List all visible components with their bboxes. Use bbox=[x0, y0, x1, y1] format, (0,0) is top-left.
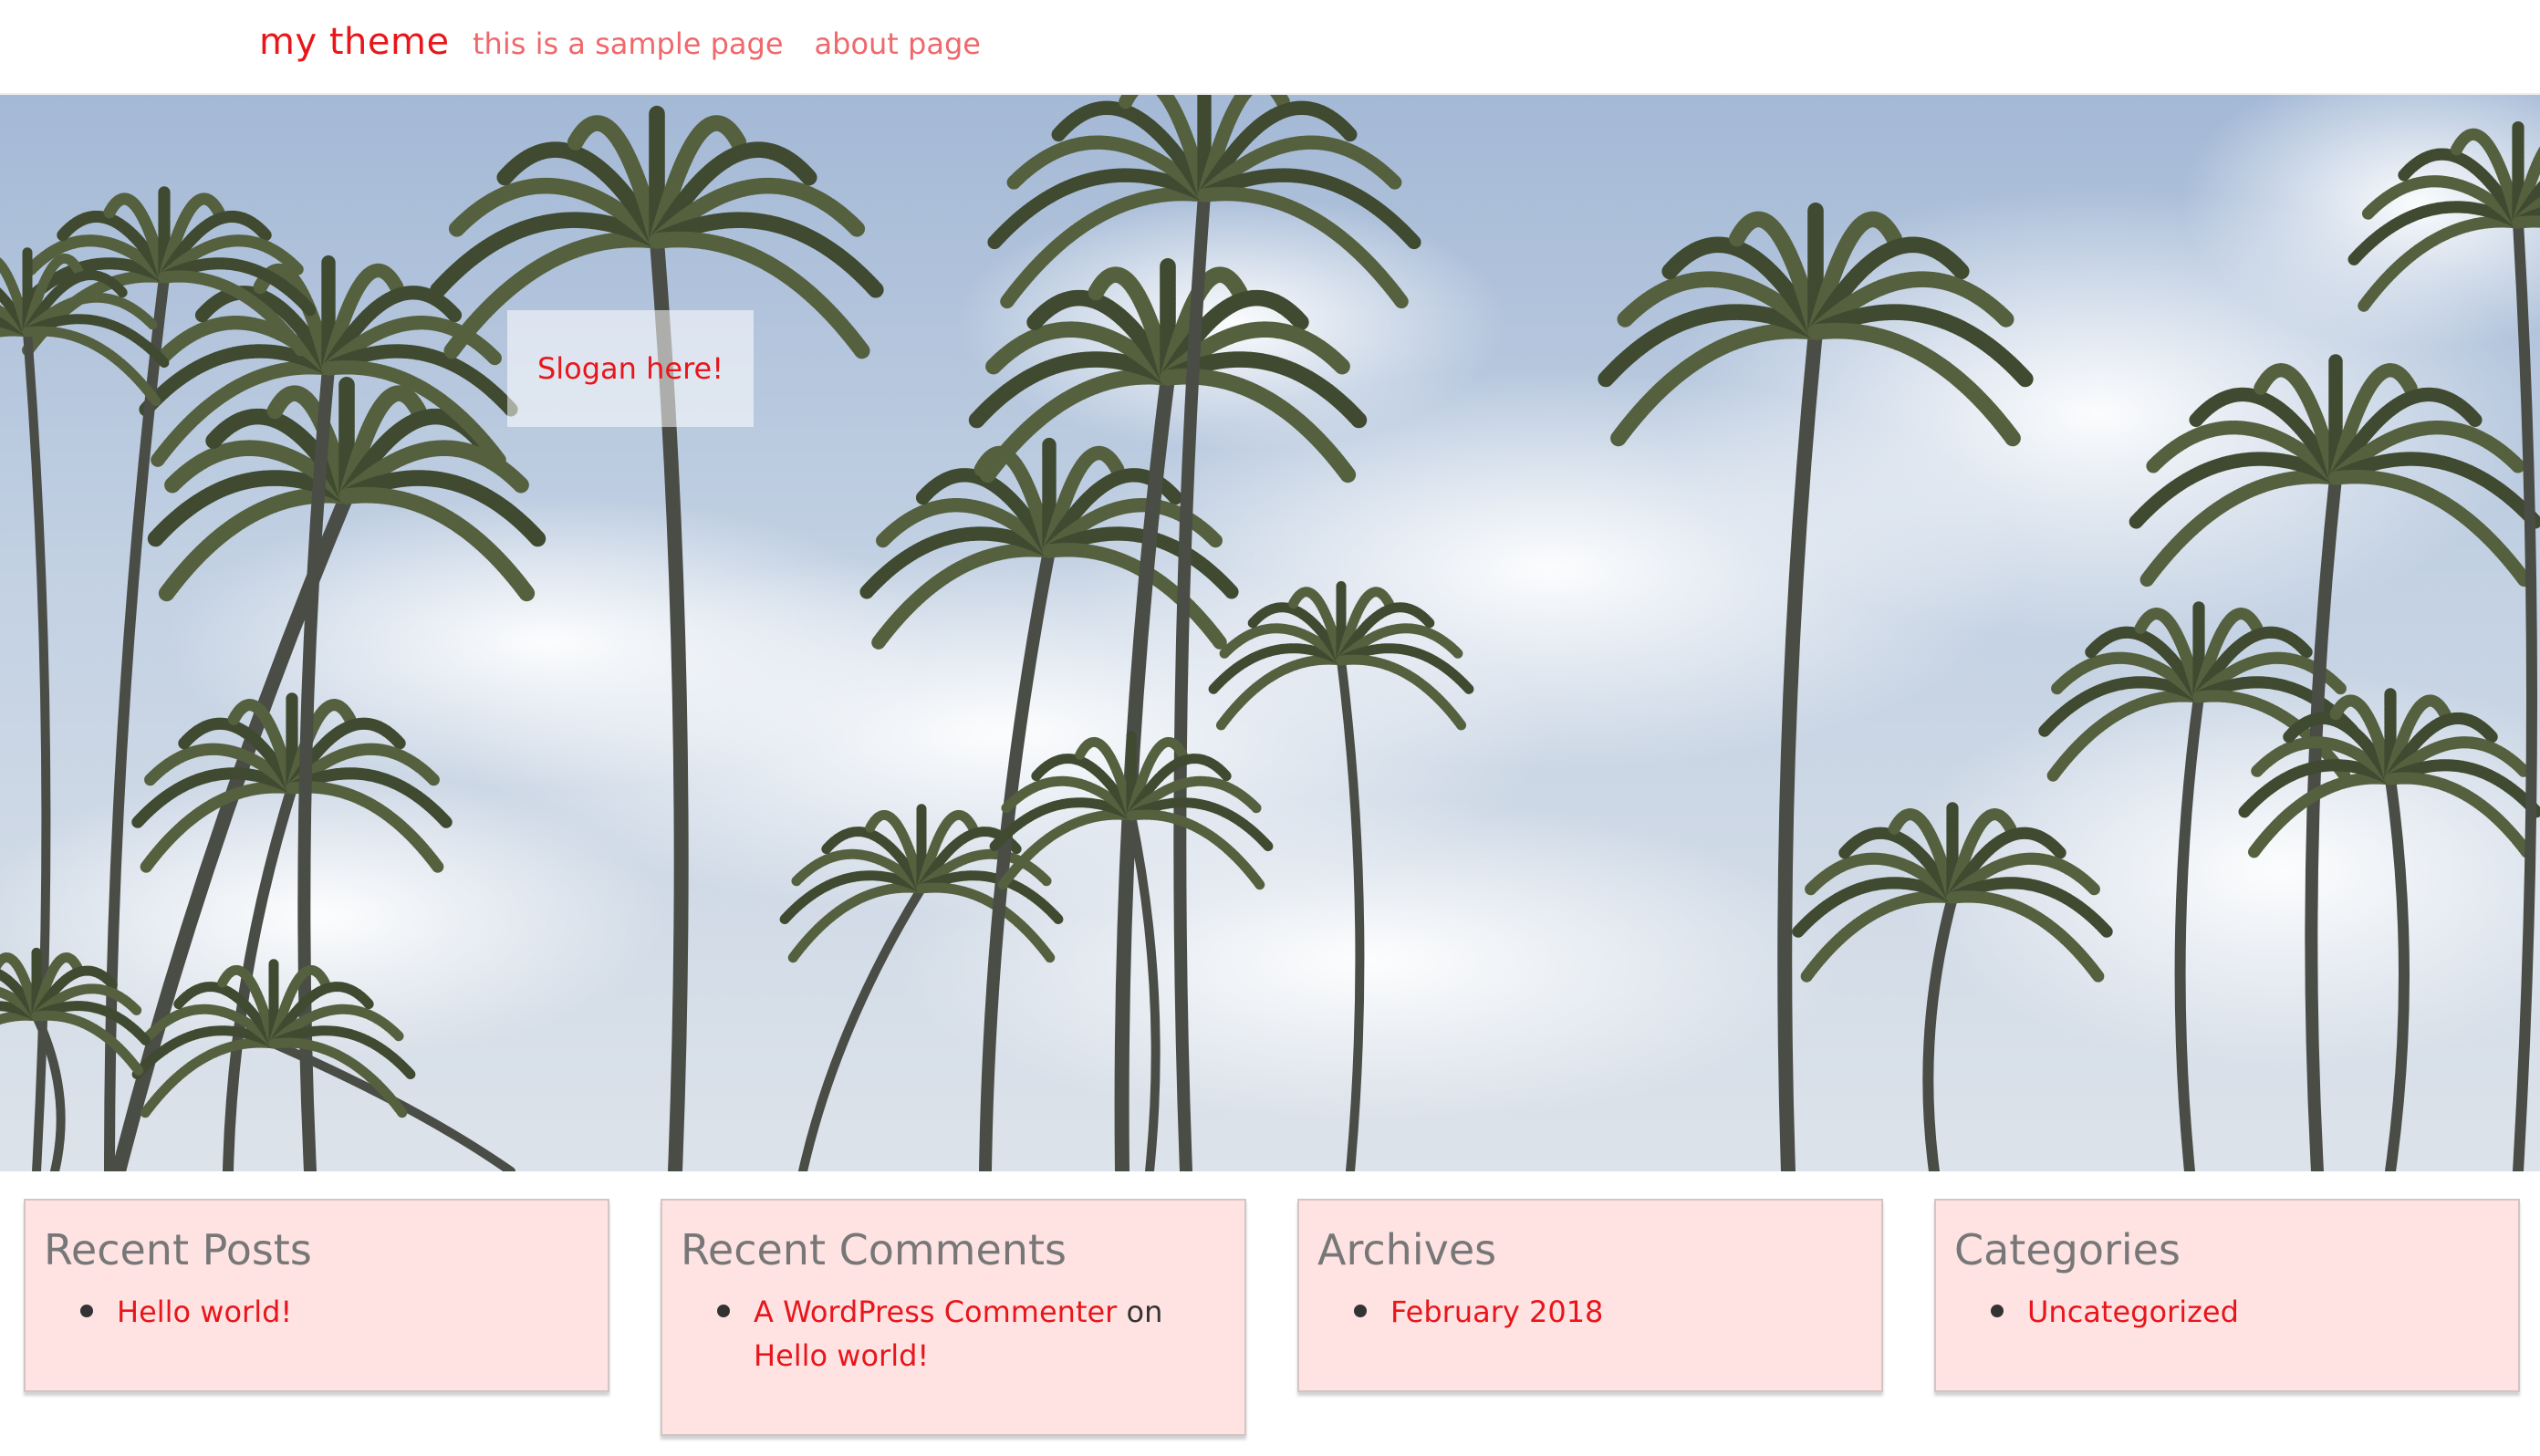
widget-recent-posts: Recent Posts Hello world! bbox=[24, 1199, 609, 1392]
bullet-icon bbox=[1991, 1305, 2004, 1317]
list-item: A WordPress Commenter on Hello world! bbox=[717, 1290, 1226, 1378]
bullet-icon bbox=[1354, 1305, 1367, 1317]
nav-link-sample-page[interactable]: this is a sample page bbox=[473, 26, 784, 62]
widget-recent-comments: Recent Comments A WordPress Commenter on… bbox=[661, 1199, 1246, 1436]
site-header: my theme this is a sample page about pag… bbox=[0, 0, 2540, 95]
palm-trees-image bbox=[0, 95, 2540, 1171]
widget-title: Recent Comments bbox=[681, 1225, 1067, 1274]
comment-connector: on bbox=[1126, 1295, 1163, 1329]
list-item: Uncategorized bbox=[1991, 1290, 2500, 1334]
palm-trunk bbox=[2513, 217, 2537, 1171]
nav-link-about-page[interactable]: about page bbox=[815, 26, 981, 62]
comment-author-link[interactable]: A WordPress Commenter bbox=[754, 1295, 1117, 1329]
category-link[interactable]: Uncategorized bbox=[2027, 1295, 2239, 1329]
widget-archives: Archives February 2018 bbox=[1297, 1199, 1883, 1392]
slogan-text: Slogan here! bbox=[536, 351, 724, 386]
recent-comments-list: A WordPress Commenter on Hello world! bbox=[681, 1290, 1226, 1378]
bullet-icon bbox=[80, 1305, 93, 1317]
list-item: February 2018 bbox=[1354, 1290, 1863, 1334]
recent-posts-list: Hello world! bbox=[44, 1290, 589, 1334]
post-link[interactable]: Hello world! bbox=[117, 1295, 292, 1329]
slogan-box: Slogan here! bbox=[507, 310, 754, 427]
primary-nav: this is a sample page about page bbox=[473, 26, 981, 62]
palm-frond bbox=[0, 326, 33, 338]
archives-list: February 2018 bbox=[1317, 1290, 1863, 1334]
footer-widgets: Recent Posts Hello world! Recent Comment… bbox=[0, 1171, 2540, 1456]
site-brand-link[interactable]: my theme bbox=[259, 20, 450, 64]
widget-title: Archives bbox=[1317, 1225, 1497, 1274]
comment-post-link[interactable]: Hello world! bbox=[754, 1338, 929, 1373]
categories-list: Uncategorized bbox=[1954, 1290, 2500, 1334]
palm-frond bbox=[0, 1010, 42, 1025]
archive-link[interactable]: February 2018 bbox=[1390, 1295, 1603, 1329]
bullet-icon bbox=[717, 1305, 730, 1317]
palm-trunk bbox=[23, 328, 51, 1171]
widget-title: Categories bbox=[1954, 1225, 2181, 1274]
hero-banner: Slogan here! bbox=[0, 95, 2540, 1171]
list-item: Hello world! bbox=[80, 1290, 589, 1334]
widget-categories: Categories Uncategorized bbox=[1934, 1199, 2520, 1392]
widget-title: Recent Posts bbox=[44, 1225, 312, 1274]
